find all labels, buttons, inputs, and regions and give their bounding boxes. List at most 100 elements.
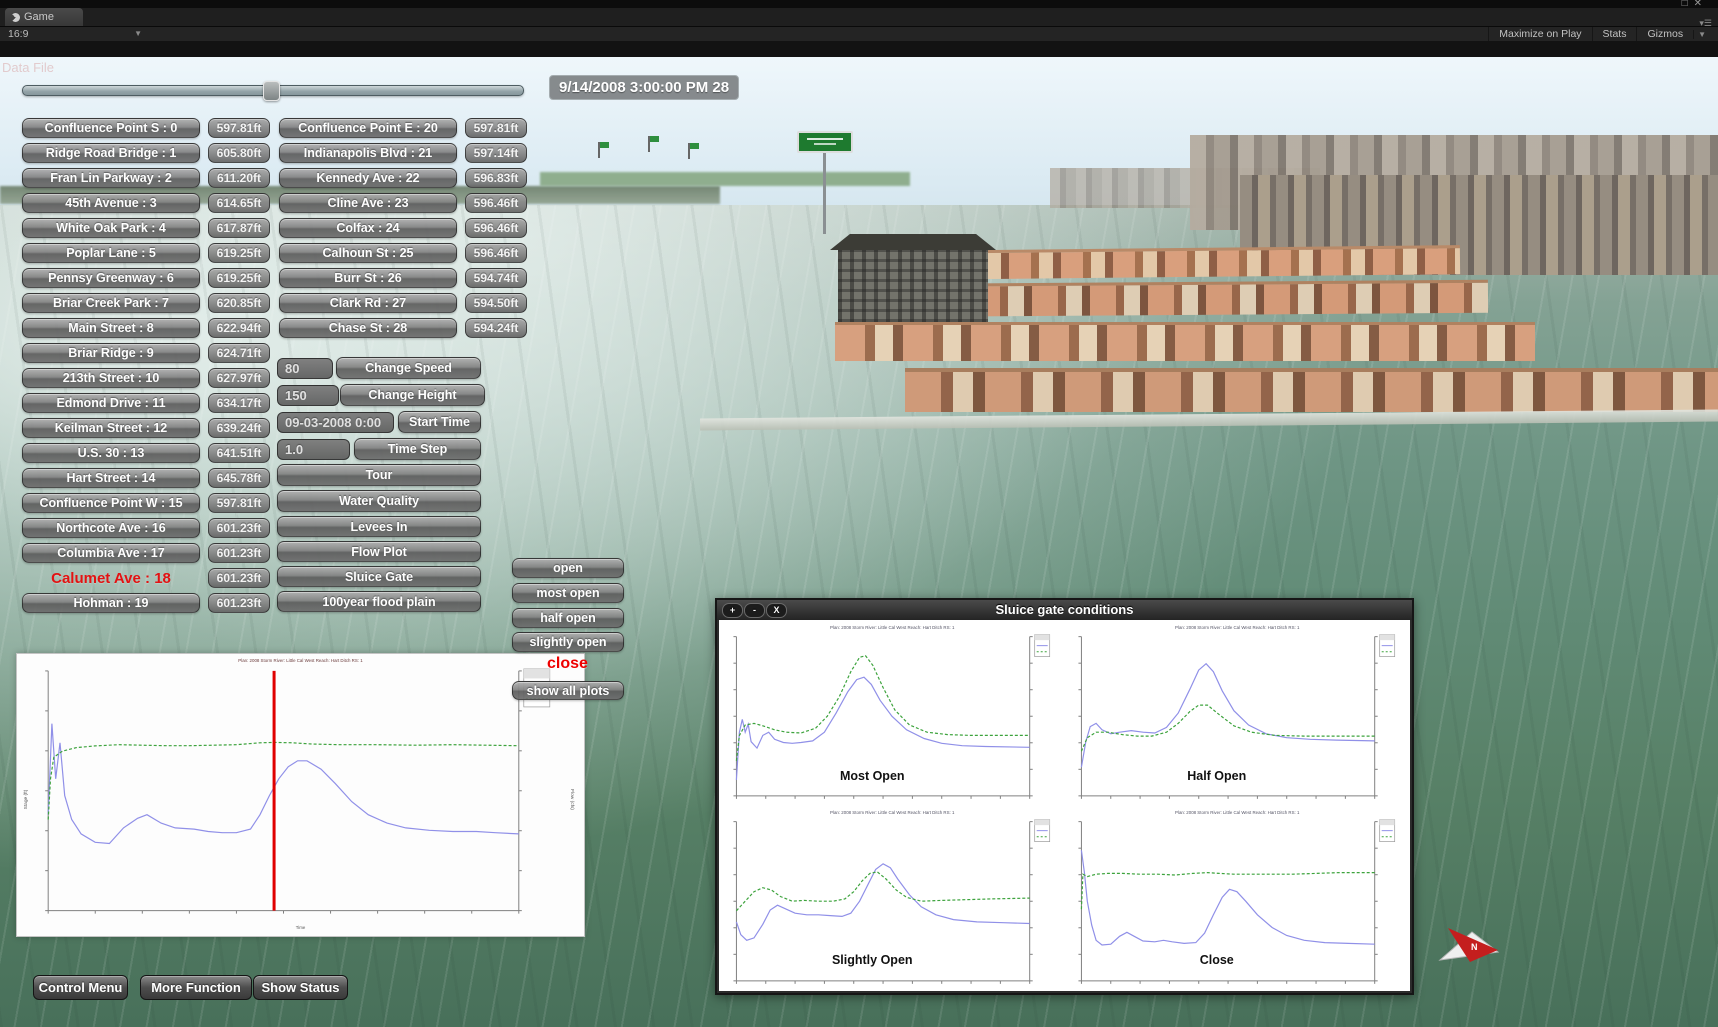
zoom-in-button[interactable]: + <box>722 603 743 618</box>
stats-button[interactable]: Stats <box>1592 27 1637 42</box>
station-button[interactable]: Briar Creek Park : 7 <box>22 293 200 313</box>
station-value: 617.87ft <box>208 218 270 238</box>
gate-slightly-open-button[interactable]: slightly open <box>512 632 624 652</box>
sluice-window-title: Sluice gate conditions <box>996 602 1134 617</box>
station-button[interactable]: Columbia Ave : 17 <box>22 543 200 563</box>
flow-plot-button[interactable]: Flow Plot <box>277 541 481 562</box>
station-row: Edmond Drive : 11634.17ft <box>22 393 282 413</box>
time-slider[interactable] <box>22 85 524 96</box>
gate-close-button[interactable]: close <box>547 655 588 673</box>
station-row: Fran Lin Parkway : 2611.20ft <box>22 168 282 188</box>
station-value: 597.81ft <box>465 118 527 138</box>
speed-input[interactable]: 80 <box>277 358 333 379</box>
subplot-header: Plan: 2008 Storm River: Little Cal West … <box>1143 625 1331 630</box>
aspect-ratio-label: 16:9 <box>8 28 28 40</box>
height-input[interactable]: 150 <box>277 385 339 406</box>
sluice-gate-button[interactable]: Sluice Gate <box>277 566 481 587</box>
station-button[interactable]: Kennedy Ave : 22 <box>279 168 457 188</box>
station-list-left: Confluence Point S : 0 597.81ft Ridge Road… <box>22 118 282 618</box>
aspect-ratio-dropdown[interactable]: 16:9 ▼ <box>8 28 142 40</box>
start-time-input[interactable]: 09-03-2008 0:00 <box>277 412 394 433</box>
highway-sign <box>797 131 853 153</box>
control-menu-button[interactable]: Control Menu <box>33 975 128 1000</box>
station-button[interactable]: Northcote Ave : 16 <box>22 518 200 538</box>
station-row: Calumet Ave : 18601.23ft <box>22 568 282 588</box>
station-row: Poplar Lane : 5619.25ft <box>22 243 282 263</box>
subplot-label: Close <box>1066 953 1369 967</box>
water-quality-button[interactable]: Water Quality <box>277 490 481 512</box>
station-button[interactable]: Confluence Point S : 0 <box>22 118 200 138</box>
station-button[interactable]: White Oak Park : 4 <box>22 218 200 238</box>
station-value: 597.81ft <box>208 118 270 138</box>
station-button[interactable]: U.S. 30 : 13 <box>22 443 200 463</box>
maximize-on-play-button[interactable]: Maximize on Play <box>1488 27 1591 42</box>
close-window-button[interactable]: X <box>766 603 787 618</box>
far-shore <box>540 172 910 186</box>
station-row: Indianapolis Blvd : 21597.14ft <box>279 143 539 163</box>
station-button[interactable]: Briar Ridge : 9 <box>22 343 200 363</box>
gizmos-button[interactable]: Gizmos <box>1636 27 1693 42</box>
station-button[interactable]: Confluence Point W : 15 <box>22 493 200 513</box>
station-button[interactable]: Keilman Street : 12 <box>22 418 200 438</box>
tour-button[interactable]: Tour <box>277 464 481 486</box>
show-status-button[interactable]: Show Status <box>253 975 348 1000</box>
station-value: 601.23ft <box>208 518 270 538</box>
sluice-window-titlebar[interactable]: + - X Sluice gate conditions <box>717 600 1412 620</box>
station-button[interactable]: Clark Rd : 27 <box>279 293 457 313</box>
station-button[interactable]: Main Street : 8 <box>22 318 200 338</box>
tab-game[interactable]: Game <box>5 8 83 26</box>
station-button[interactable]: Edmond Drive : 11 <box>22 393 200 413</box>
show-all-plots-button[interactable]: show all plots <box>512 681 624 700</box>
station-button[interactable]: Cline Ave : 23 <box>279 193 457 213</box>
sluice-plots-grid: Plan: 2008 Storm River: Little Cal West … <box>719 620 1410 991</box>
station-value: 594.50ft <box>465 293 527 313</box>
station-button[interactable]: Hohman : 19 <box>22 593 200 613</box>
flooded-houses-row <box>905 368 1718 412</box>
station-button[interactable]: 45th Avenue : 3 <box>22 193 200 213</box>
flag <box>648 136 650 152</box>
sluice-gate-conditions-window: + - X Sluice gate conditions Plan: 2008 … <box>715 598 1414 995</box>
change-speed-button[interactable]: Change Speed <box>336 357 481 379</box>
flood-plain-button[interactable]: 100year flood plain <box>277 591 481 612</box>
station-value: 605.80ft <box>208 143 270 163</box>
station-row: Hohman : 19601.23ft <box>22 593 282 613</box>
station-button[interactable]: 213th Street : 10 <box>22 368 200 388</box>
station-button[interactable]: Calumet Ave : 18 <box>22 568 200 588</box>
station-button[interactable]: Hart Street : 14 <box>22 468 200 488</box>
station-button[interactable]: Burr St : 26 <box>279 268 457 288</box>
time-step-input[interactable]: 1.0 <box>277 439 350 460</box>
station-button[interactable]: Pennsy Greenway : 6 <box>22 268 200 288</box>
zoom-out-button[interactable]: - <box>744 603 765 618</box>
levees-in-button[interactable]: Levees In <box>277 516 481 537</box>
station-button[interactable]: Confluence Point E : 20 <box>279 118 457 138</box>
flow-plot-window: Plan: 2008 Storm River: Little Cal West … <box>16 653 585 937</box>
time-axis-label: Time <box>145 925 457 930</box>
station-button[interactable]: Colfax : 24 <box>279 218 457 238</box>
start-time-button[interactable]: Start Time <box>398 411 481 433</box>
change-height-button[interactable]: Change Height <box>340 384 485 406</box>
station-row: Pennsy Greenway : 6619.25ft <box>22 268 282 288</box>
more-function-button[interactable]: More Function <box>140 975 252 1000</box>
station-value: 601.23ft <box>208 543 270 563</box>
editor-tab-bar: Game ▾☰ <box>0 8 1718 26</box>
station-row: Calhoun St : 25596.46ft <box>279 243 539 263</box>
window-titlebar: □✕ <box>0 0 1718 8</box>
station-button[interactable]: Ridge Road Bridge : 1 <box>22 143 200 163</box>
time-step-button[interactable]: Time Step <box>354 438 481 460</box>
station-value: 594.24ft <box>465 318 527 338</box>
gate-most-open-button[interactable]: most open <box>512 583 624 603</box>
gate-open-button[interactable]: open <box>512 558 624 578</box>
gizmos-chevron-icon[interactable]: ▼ <box>1693 30 1710 39</box>
time-slider-handle[interactable] <box>263 81 280 101</box>
station-row: Keilman Street : 12639.24ft <box>22 418 282 438</box>
gate-half-open-button[interactable]: half open <box>512 608 624 628</box>
station-button[interactable]: Poplar Lane : 5 <box>22 243 200 263</box>
station-row: Briar Ridge : 9624.71ft <box>22 343 282 363</box>
station-button[interactable]: Fran Lin Parkway : 2 <box>22 168 200 188</box>
station-button[interactable]: Indianapolis Blvd : 21 <box>279 143 457 163</box>
station-value: 614.65ft <box>208 193 270 213</box>
subplot-close: Plan: 2008 Storm River: Little Cal West … <box>1066 807 1409 990</box>
station-button[interactable]: Chase St : 28 <box>279 318 457 338</box>
station-value: 594.74ft <box>465 268 527 288</box>
station-button[interactable]: Calhoun St : 25 <box>279 243 457 263</box>
